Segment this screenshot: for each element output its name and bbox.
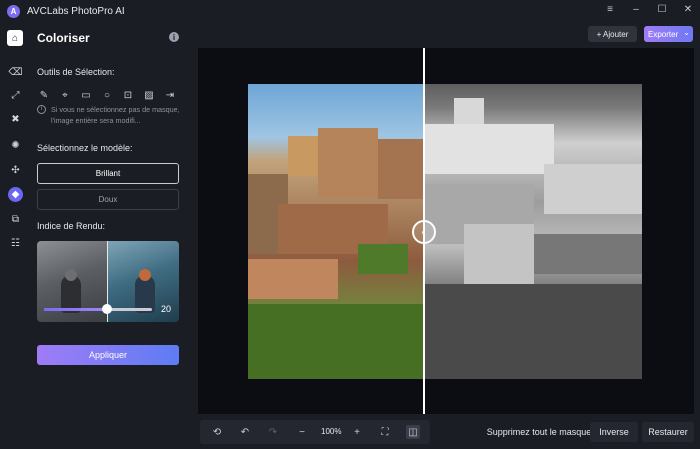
panel-title: Coloriser [37,31,90,45]
bw-buildings-right [544,164,642,214]
adjust-icon[interactable]: ☷ [8,236,23,251]
app-logo-icon: A [7,4,20,18]
selection-tools-label: Outils de Sélection: [37,67,115,77]
remove-bg-icon[interactable]: ✣ [8,163,23,178]
top-action-bar: + Ajouter Exporter ⌄ [198,22,700,48]
compare-view-icon[interactable]: ◫ [406,425,420,439]
inverse-button[interactable]: Inverse [590,422,638,442]
tree-cluster [358,244,408,274]
lasso-tool-icon[interactable]: ⌖ [59,89,71,101]
hint-text: Si vous ne sélectionnez pas de masque, l… [51,105,180,125]
model-brillant-button[interactable]: Brillant [37,163,179,184]
undo-icon[interactable]: ↶ [238,425,252,439]
bw-house [464,224,534,284]
eraser-icon[interactable]: ⌫ [8,65,23,80]
rectangle-tool-icon[interactable]: ▭ [80,89,92,101]
bw-castle [424,124,554,174]
building-right [378,139,424,199]
bw-trees [534,234,642,274]
model-label: Sélectionnez le modèle: [37,143,133,153]
render-slider-knob[interactable] [101,304,112,314]
vegetation [248,304,424,379]
bw-vegetation [424,284,642,379]
original-half [424,84,642,379]
zoom-in-icon[interactable]: + [350,425,364,439]
colorize-icon[interactable]: ◆ [8,187,23,202]
brush-tool-icon[interactable]: ✎ [38,89,50,101]
window-controls: ≡ – ☐ ✕ [604,4,694,15]
invert-select-icon[interactable]: ▨ [143,89,155,101]
close-icon[interactable]: ✕ [682,4,694,15]
render-value: 20 [161,304,172,314]
add-button[interactable]: + Ajouter [588,26,637,42]
zoom-out-icon[interactable]: − [295,425,309,439]
selection-tools: ✎ ⌖ ▭ ○ ⊡ ▨ ⇥ [38,89,176,101]
export-label: Exporter [648,29,679,39]
model-doux-button[interactable]: Doux [37,189,179,210]
tool-rail: ⌂ ⌫ ⤢ ✖ ✺ ✣ ◆ ⧉ ☷ [0,22,30,449]
house-lower [248,259,338,299]
colorize-panel: Coloriser i Outils de Sélection: ✎ ⌖ ▭ ○… [30,22,190,449]
upscale-icon[interactable]: ⤢ [8,88,23,103]
photo-image [248,84,642,379]
info-icon[interactable]: i [169,32,179,42]
selection-hint: i Si vous ne sélectionnez pas de masque,… [37,104,187,126]
view-controls: ⟲ ↶ ↷ − 100% + ⛶ ◫ [200,420,430,444]
redo-icon[interactable]: ↷ [266,425,280,439]
render-preview: 20 [37,241,179,322]
hint-info-icon: i [37,105,46,114]
bottom-toolbar: ⟲ ↶ ↷ − 100% + ⛶ ◫ Supprimez tout le mas… [198,420,700,444]
castle-body [318,128,378,198]
enhance-icon[interactable]: ✖ [8,112,23,127]
restore-button[interactable]: Restaurer [642,422,694,442]
replace-icon[interactable]: ⧉ [8,212,23,227]
preview-head-after [139,269,151,281]
maximize-icon[interactable]: ☐ [656,4,668,15]
app-window: A AVCLabs PhotoPro AI ≡ – ☐ ✕ ⌂ ⌫ ⤢ ✖ ✺ … [0,0,700,449]
render-slider-fill [44,308,107,311]
preview-head-before [65,269,77,281]
portrait-icon[interactable]: ✺ [8,138,23,153]
fit-screen-icon[interactable]: ⛶ [378,425,392,439]
app-title: AVCLabs PhotoPro AI [27,5,125,17]
export-button[interactable]: Exporter ⌄ [644,26,693,42]
portrait-select-icon[interactable]: ⊡ [122,89,134,101]
render-label: Indice de Rendu: [37,221,106,231]
home-icon[interactable]: ⌂ [7,30,23,46]
render-slider[interactable] [44,304,152,314]
remove-all-mask-button[interactable]: Supprimez tout le masque [484,422,594,442]
chevron-down-icon[interactable]: ⌄ [683,28,690,37]
app-logo-letter: A [10,6,17,16]
colorized-half [248,84,424,379]
reset-view-icon[interactable]: ⟲ [210,425,224,439]
image-canvas[interactable]: ◐ [198,48,694,414]
minimize-icon[interactable]: – [630,4,642,15]
import-mask-icon[interactable]: ⇥ [164,89,176,101]
title-bar: A AVCLabs PhotoPro AI ≡ – ☐ ✕ [0,0,700,22]
menu-icon[interactable]: ≡ [604,4,616,15]
zoom-level: 100% [321,427,342,436]
apply-button[interactable]: Appliquer [37,345,179,365]
compare-handle-icon[interactable]: ◐ [412,220,436,244]
ellipse-tool-icon[interactable]: ○ [101,89,113,101]
